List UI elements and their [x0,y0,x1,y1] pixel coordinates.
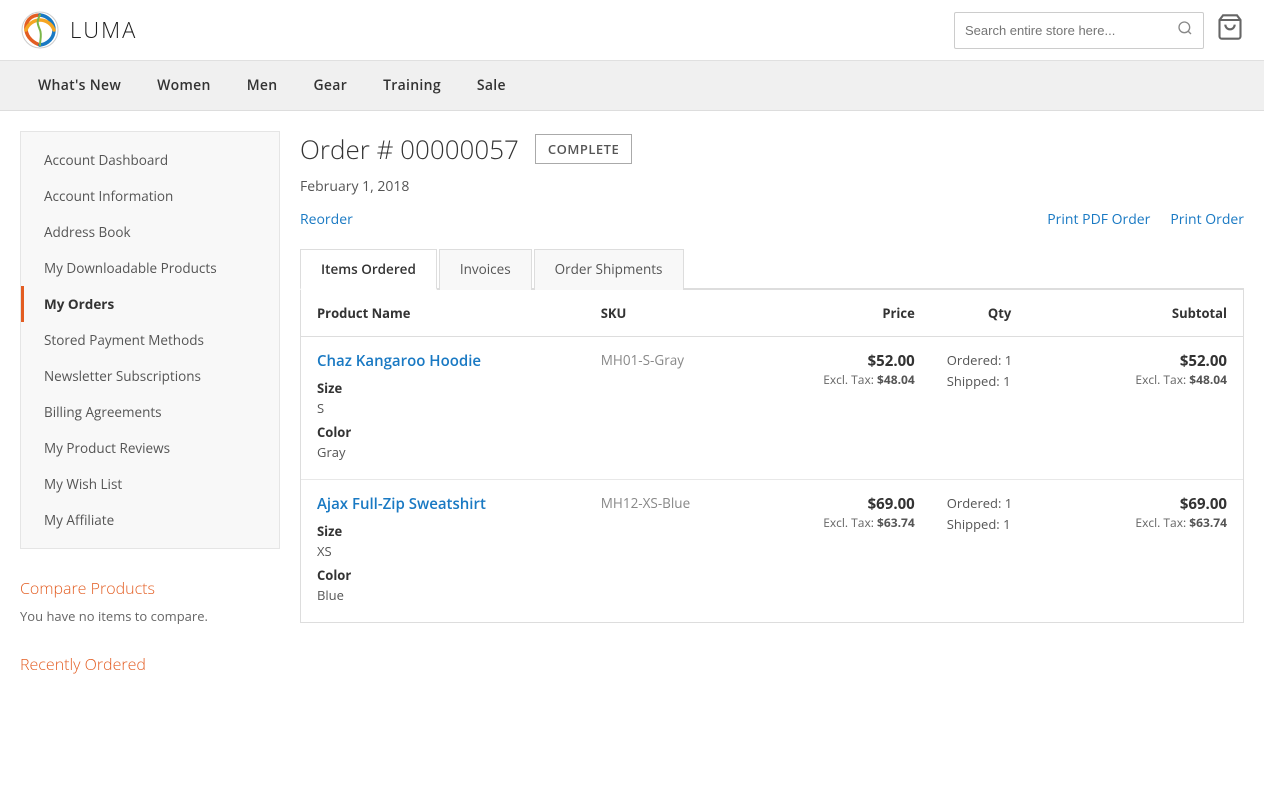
qty-ordered-0: Ordered: 1 [947,351,1053,369]
logo-icon [20,10,60,50]
print-links: Print PDF Order Print Order [1047,210,1244,229]
col-header-price: Price [756,290,931,337]
size-value-0: S [317,399,569,417]
qty-shipped-0: Shipped: 1 [947,372,1053,390]
subtotal-excl-0: Excl. Tax: $48.04 [1084,371,1227,388]
tab-order-shipments[interactable]: Order Shipments [534,249,684,290]
size-value-1: XS [317,542,569,560]
price-excl-1: Excl. Tax: $63.74 [772,514,915,531]
table-row: Ajax Full-Zip Sweatshirt Size XS Color B… [301,480,1243,623]
search-input[interactable] [955,16,1167,45]
print-pdf-link[interactable]: Print PDF Order [1047,210,1150,229]
compare-empty-text: You have no items to compare. [20,607,280,625]
qty-shipped-1: Shipped: 1 [947,515,1053,533]
sidebar: Account Dashboard Account Information Ad… [20,131,280,675]
search-bar [954,12,1204,49]
price-cell-1: $69.00 Excl. Tax: $63.74 [756,480,931,623]
col-header-qty: Qty [931,290,1069,337]
nav-item-sale[interactable]: Sale [459,61,524,110]
cart-icon[interactable] [1216,13,1244,48]
logo-area: LUMA [20,10,137,50]
site-header: LUMA [0,0,1264,61]
subtotal-main-1: $69.00 [1084,494,1227,514]
tab-items-ordered[interactable]: Items Ordered [300,249,437,290]
qty-cell-0: Ordered: 1 Shipped: 1 [931,337,1069,480]
order-header: Order # 00000057 COMPLETE [300,131,1244,167]
color-label-1: Color [317,566,569,584]
order-actions: Reorder Print PDF Order Print Order [300,210,1244,229]
sidebar-item-billing-agreements[interactable]: Billing Agreements [21,394,279,430]
sidebar-item-stored-payment[interactable]: Stored Payment Methods [21,322,279,358]
compare-label: Compare [20,577,86,599]
product-cell-0: Chaz Kangaroo Hoodie Size S Color Gray [301,337,585,480]
nav-item-whats-new[interactable]: What's New [20,61,139,110]
sidebar-item-address-book[interactable]: Address Book [21,214,279,250]
subtotal-cell-0: $52.00 Excl. Tax: $48.04 [1068,337,1243,480]
compare-products-title: Compare Products [20,577,280,599]
col-header-product-name: Product Name [301,290,585,337]
compare-products-section: Compare Products You have no items to co… [20,577,280,625]
sidebar-item-wish-list[interactable]: My Wish List [21,466,279,502]
product-name-link-0[interactable]: Chaz Kangaroo Hoodie [317,351,569,371]
sku-cell-1: MH12-XS-Blue [585,480,756,623]
product-name-link-1[interactable]: Ajax Full-Zip Sweatshirt [317,494,569,514]
shopping-cart-icon [1216,13,1244,41]
print-order-link[interactable]: Print Order [1170,210,1244,229]
order-title: Order # 00000057 [300,131,519,167]
size-label-0: Size [317,379,569,397]
nav-item-training[interactable]: Training [365,61,459,110]
search-button[interactable] [1167,13,1203,48]
product-cell-1: Ajax Full-Zip Sweatshirt Size XS Color B… [301,480,585,623]
nav-item-men[interactable]: Men [229,61,296,110]
logo-text: LUMA [70,15,137,45]
main-content: Order # 00000057 COMPLETE February 1, 20… [300,131,1244,675]
sidebar-item-product-reviews[interactable]: My Product Reviews [21,430,279,466]
subtotal-main-0: $52.00 [1084,351,1227,371]
table-row: Chaz Kangaroo Hoodie Size S Color Gray M… [301,337,1243,480]
price-main-0: $52.00 [772,351,915,371]
page-content: Account Dashboard Account Information Ad… [0,111,1264,695]
header-right [954,12,1244,49]
order-date: February 1, 2018 [300,177,1244,196]
color-value-1: Blue [317,586,569,604]
sku-cell-0: MH01-S-Gray [585,337,756,480]
col-header-subtotal: Subtotal [1068,290,1243,337]
tab-invoices[interactable]: Invoices [439,249,532,290]
reorder-link[interactable]: Reorder [300,210,353,229]
qty-ordered-1: Ordered: 1 [947,494,1053,512]
sidebar-item-affiliate[interactable]: My Affiliate [21,502,279,538]
price-cell-0: $52.00 Excl. Tax: $48.04 [756,337,931,480]
subtotal-excl-1: Excl. Tax: $63.74 [1084,514,1227,531]
order-table: Product Name SKU Price Qty Subtotal Chaz… [301,290,1243,622]
col-header-sku: SKU [585,290,756,337]
order-tabs: Items Ordered Invoices Order Shipments [300,247,1244,290]
sidebar-item-account-dashboard[interactable]: Account Dashboard [21,142,279,178]
price-excl-0: Excl. Tax: $48.04 [772,371,915,388]
price-main-1: $69.00 [772,494,915,514]
sidebar-item-newsletter[interactable]: Newsletter Subscriptions [21,358,279,394]
sidebar-item-my-orders[interactable]: My Orders [21,286,279,322]
nav-item-gear[interactable]: Gear [295,61,365,110]
main-nav: What's New Women Men Gear Training Sale [0,61,1264,111]
qty-cell-1: Ordered: 1 Shipped: 1 [931,480,1069,623]
sidebar-item-downloadable-products[interactable]: My Downloadable Products [21,250,279,286]
order-status-badge: COMPLETE [535,134,632,164]
order-table-wrap: Product Name SKU Price Qty Subtotal Chaz… [300,290,1244,623]
search-icon [1177,20,1193,36]
color-value-0: Gray [317,443,569,461]
sidebar-nav: Account Dashboard Account Information Ad… [20,131,280,549]
sidebar-item-account-information[interactable]: Account Information [21,178,279,214]
recently-ordered-title: Recently Ordered [20,653,280,675]
nav-item-women[interactable]: Women [139,61,229,110]
color-label-0: Color [317,423,569,441]
products-label: Products [91,577,155,599]
subtotal-cell-1: $69.00 Excl. Tax: $63.74 [1068,480,1243,623]
size-label-1: Size [317,522,569,540]
